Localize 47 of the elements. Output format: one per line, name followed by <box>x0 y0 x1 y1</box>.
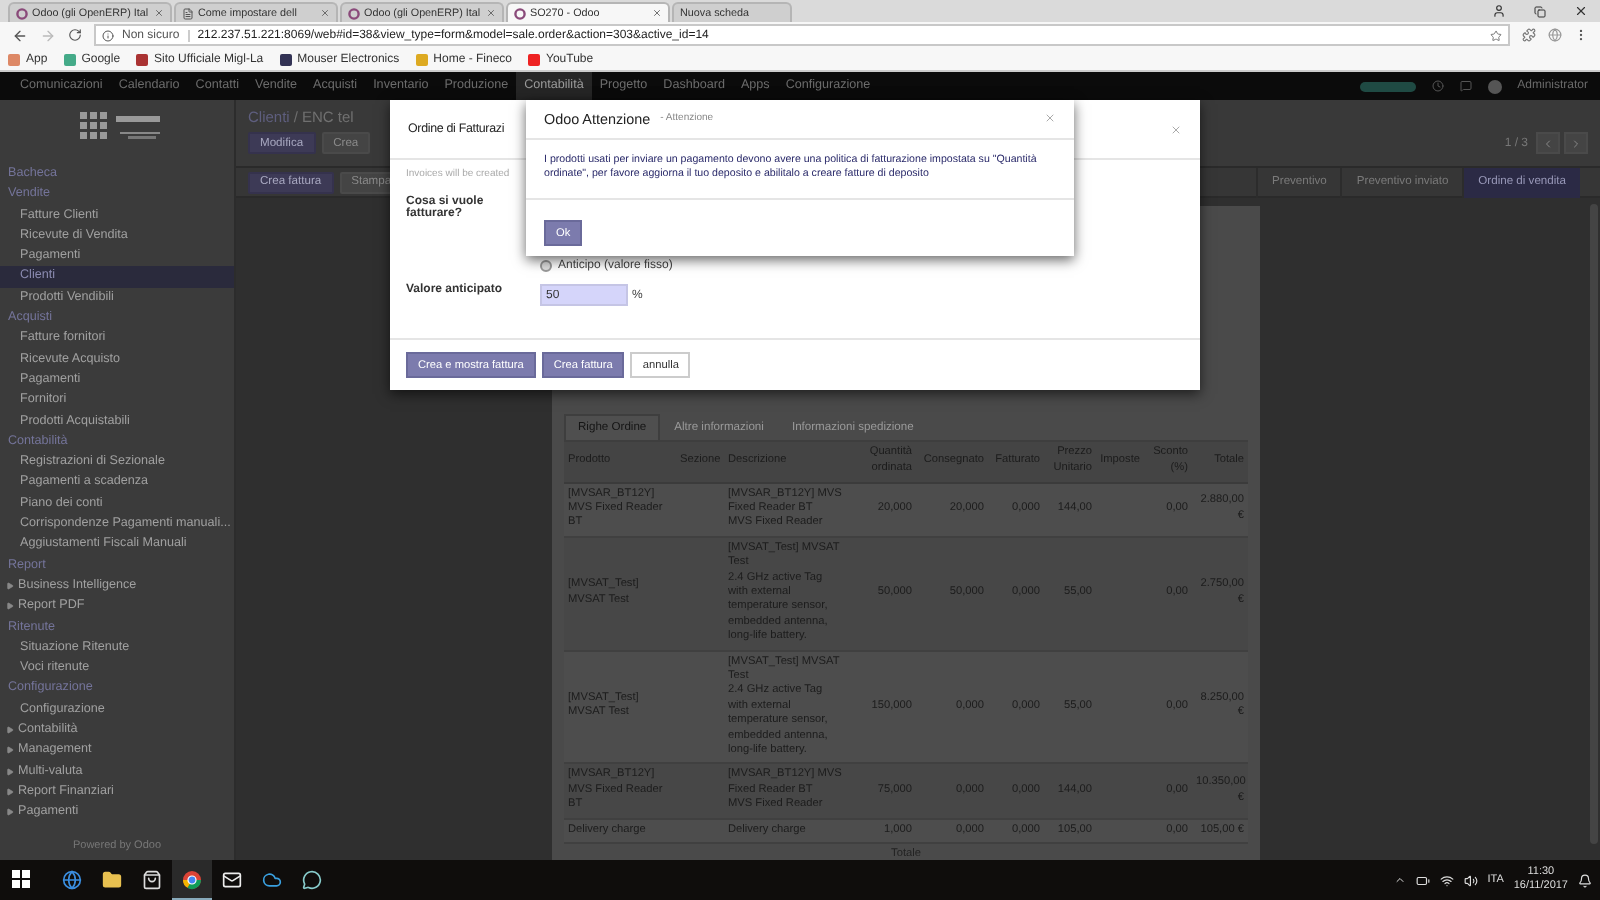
caret-icon <box>6 582 14 591</box>
caret-icon <box>6 808 14 817</box>
chevron-up-icon[interactable] <box>1393 874 1406 886</box>
caret-icon <box>6 788 14 797</box>
caret-icon <box>6 767 14 776</box>
globe-icon <box>62 869 82 889</box>
wifi-icon[interactable] <box>1439 873 1454 887</box>
chevron-right-icon <box>1570 137 1582 149</box>
menu-icon[interactable] <box>1574 28 1588 42</box>
chevron-left-icon <box>1542 137 1554 149</box>
browser-icon <box>182 869 202 889</box>
windows-icon <box>11 870 29 888</box>
avatar-icon <box>1487 79 1502 93</box>
battery-icon[interactable] <box>1415 873 1430 887</box>
indicator-bar <box>1359 81 1416 91</box>
site-icon <box>348 7 360 19</box>
reload-icon[interactable] <box>68 28 82 42</box>
bookmark-icon <box>279 53 292 65</box>
chat-bubble-icon <box>302 869 322 889</box>
shopping-bag-icon <box>142 869 162 889</box>
star-icon[interactable] <box>1490 29 1502 41</box>
extension-icon[interactable] <box>1548 28 1562 42</box>
caret-icon <box>6 746 14 755</box>
site-icon <box>16 7 28 19</box>
chat-icon[interactable] <box>1459 80 1472 92</box>
bookmark-icon <box>8 53 20 65</box>
caret-icon <box>6 602 14 611</box>
bookmark-icon <box>63 53 76 65</box>
radio-button[interactable] <box>540 260 552 272</box>
folder-icon <box>102 869 122 889</box>
profile-icon[interactable] <box>1492 4 1506 18</box>
info-icon <box>102 29 114 41</box>
back-icon[interactable] <box>12 27 28 43</box>
extension-icon[interactable] <box>1522 28 1536 42</box>
restore-icon[interactable] <box>1534 5 1546 17</box>
caret-icon <box>6 726 14 735</box>
document-icon <box>182 7 194 19</box>
notification-icon[interactable] <box>1578 873 1592 887</box>
bookmark-icon <box>136 53 149 65</box>
bookmark-icon <box>415 53 428 65</box>
taskbar-app[interactable] <box>172 860 212 900</box>
close-icon[interactable] <box>1574 4 1588 18</box>
cloud-icon <box>262 869 282 889</box>
site-icon <box>514 7 526 19</box>
speaker-icon[interactable] <box>1463 873 1478 887</box>
mail-icon <box>222 869 242 889</box>
bookmark-icon <box>528 53 541 65</box>
